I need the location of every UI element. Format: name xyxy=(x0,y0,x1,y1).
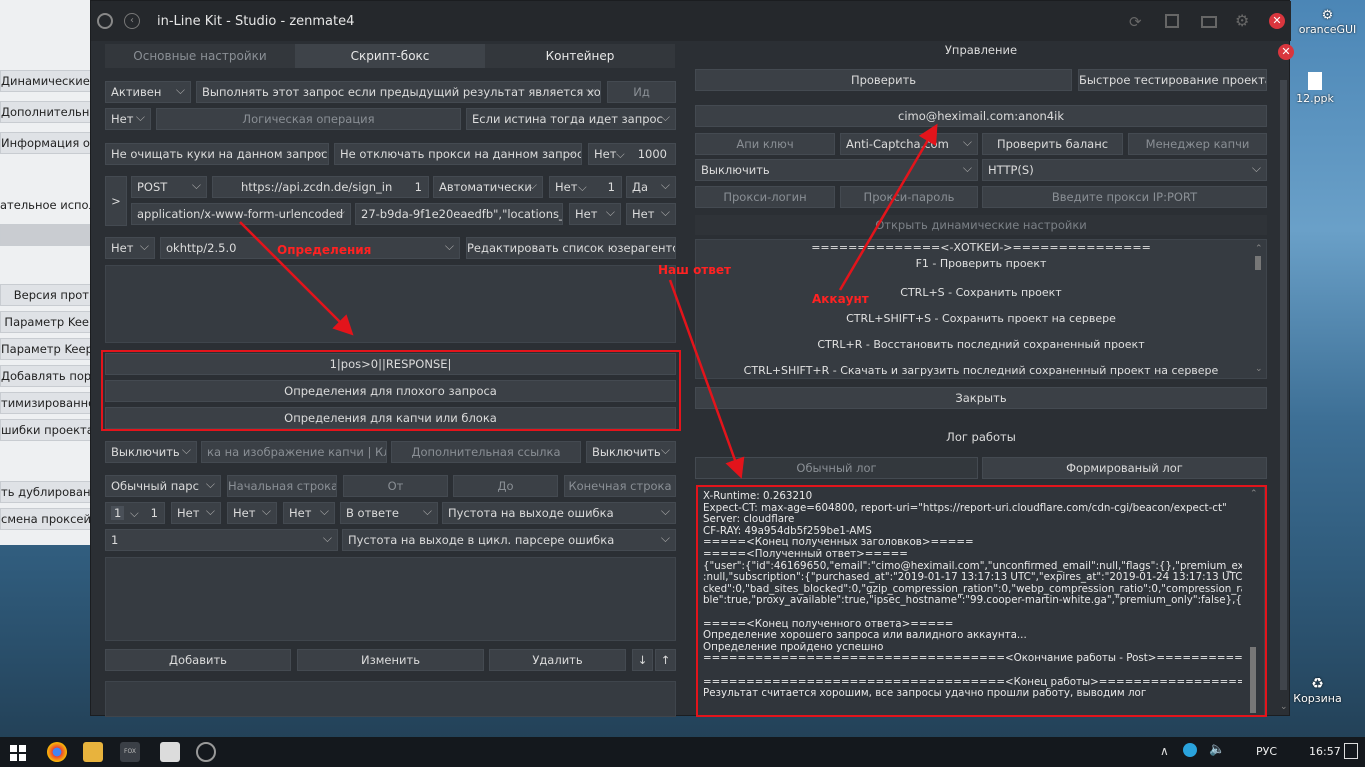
taskbar: FOX ∧ 🔈 РУС 16:57 xyxy=(0,737,1365,767)
definitions-annotation: Определения xyxy=(277,243,372,257)
explorer-icon[interactable] xyxy=(83,742,103,762)
volume-icon[interactable]: 🔈 xyxy=(1209,742,1225,757)
notifications-icon[interactable] xyxy=(1344,743,1358,759)
tray-up-icon[interactable]: ∧ xyxy=(1160,744,1169,758)
chrome-icon[interactable] xyxy=(47,742,67,762)
inline-kit-icon[interactable] xyxy=(196,742,216,762)
notepad-icon[interactable] xyxy=(160,742,180,762)
response-annotation: Наш ответ xyxy=(658,263,731,277)
clock[interactable]: 16:57 xyxy=(1309,745,1341,758)
language-indicator[interactable]: РУС xyxy=(1256,745,1277,758)
telegram-icon[interactable] xyxy=(1183,743,1197,757)
response-arrow xyxy=(668,279,745,479)
annotation-arrows xyxy=(239,123,938,479)
start-icon[interactable] xyxy=(10,745,26,761)
fox-icon[interactable]: FOX xyxy=(120,742,140,762)
account-annotation: Аккаунт xyxy=(812,292,869,306)
definitions-arrow xyxy=(239,221,354,336)
account-arrow xyxy=(838,123,938,291)
